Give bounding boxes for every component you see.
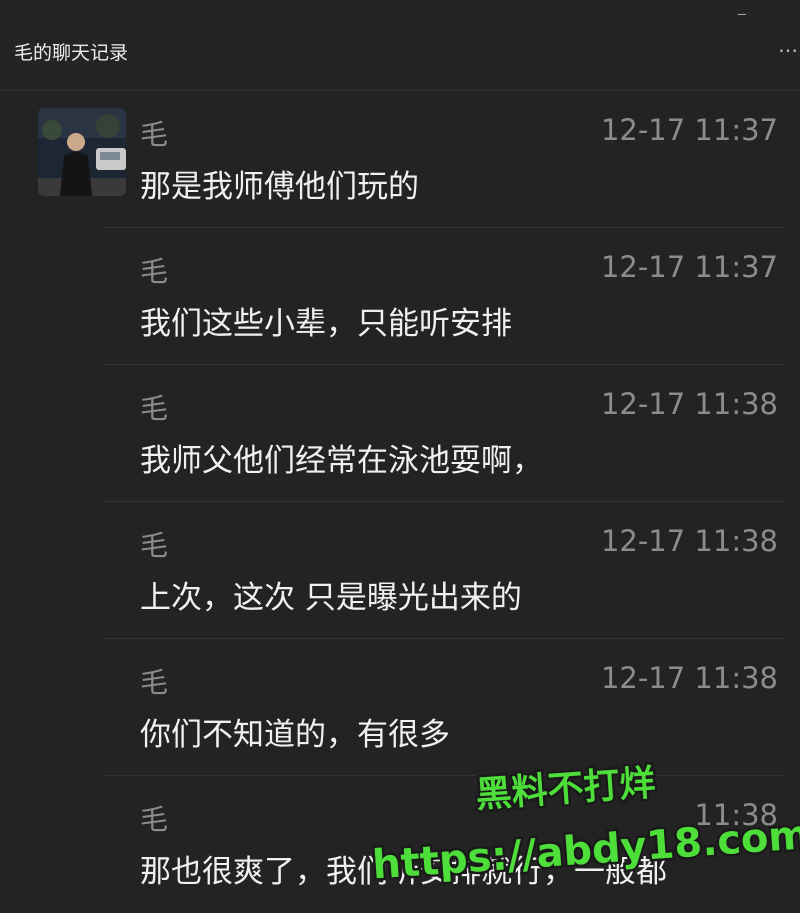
message-time: 11:38 — [694, 798, 778, 832]
message-item[interactable]: 毛 11:38 那也很爽了，我们听安排就行，一般都 — [0, 776, 800, 913]
message-text[interactable]: 那是我师傅他们玩的 — [140, 161, 419, 206]
minimize-button[interactable]: _ — [738, 0, 746, 15]
message-text[interactable]: 我师父他们经常在泳池耍啊， — [140, 435, 543, 480]
message-time: 12-17 11:38 — [600, 387, 778, 421]
message-text[interactable]: 我们这些小辈，只能听安排 — [140, 298, 512, 343]
message-item[interactable]: 毛 12-17 11:37 那是我师傅他们玩的 — [0, 91, 800, 228]
title-bar: _ 毛的聊天记录 ⋯ — [0, 0, 800, 90]
message-time: 12-17 11:37 — [600, 250, 778, 284]
message-time: 12-17 11:38 — [600, 524, 778, 558]
sender-name: 毛 — [140, 529, 169, 562]
avatar[interactable] — [38, 108, 126, 196]
window-title: 毛的聊天记录 — [14, 42, 129, 64]
message-text[interactable]: 你们不知道的，有很多 — [140, 709, 450, 754]
more-options-icon[interactable]: ⋯ — [778, 38, 799, 62]
message-time: 12-17 11:37 — [600, 113, 778, 147]
message-time: 12-17 11:38 — [600, 661, 778, 695]
avatar-image — [38, 108, 126, 196]
message-item[interactable]: 毛 12-17 11:38 我师父他们经常在泳池耍啊， — [0, 365, 800, 502]
sender-name: 毛 — [140, 118, 169, 151]
message-item[interactable]: 毛 12-17 11:37 我们这些小辈，只能听安排 — [0, 228, 800, 365]
message-text[interactable]: 上次，这次 只是曝光出来的 — [140, 572, 522, 617]
message-text[interactable]: 那也很爽了，我们听安排就行，一般都 — [140, 846, 667, 891]
message-item[interactable]: 毛 12-17 11:38 上次，这次 只是曝光出来的 — [0, 502, 800, 639]
sender-name: 毛 — [140, 255, 169, 288]
sender-name: 毛 — [140, 392, 169, 425]
sender-name: 毛 — [140, 803, 169, 836]
message-item[interactable]: 毛 12-17 11:38 你们不知道的，有很多 — [0, 639, 800, 776]
sender-name: 毛 — [140, 666, 169, 699]
